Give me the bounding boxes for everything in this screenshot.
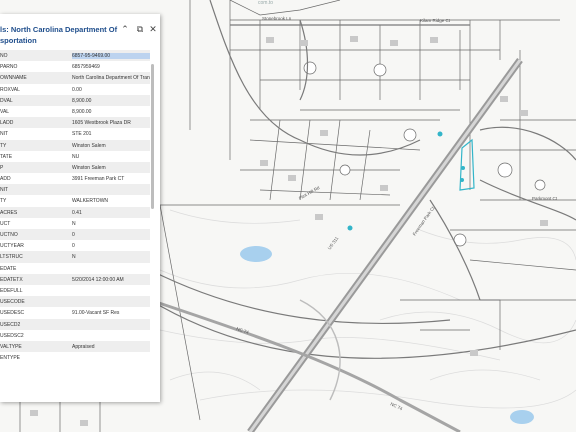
attribute-row: VALTYPE Appraised: [0, 340, 150, 353]
attribute-row: EDEFULL: [0, 285, 150, 296]
attribute-row: TY WALKERTOWN: [0, 195, 150, 206]
attribute-value: 6857959469: [72, 64, 100, 71]
attribute-value: STE 201: [72, 131, 92, 138]
attribute-value: NU: [72, 153, 80, 160]
attribute-key: EDATE: [0, 265, 17, 272]
attribute-row: UCT N: [0, 218, 150, 229]
attribute-key: EDEFULL: [0, 287, 23, 294]
dock-popup-button[interactable]: ⧉: [134, 23, 146, 35]
attribute-key: ACRES: [0, 209, 18, 216]
attribute-row: EDATE: [0, 263, 150, 274]
attribute-row: USEDSC2: [0, 330, 150, 341]
attribute-value: 0.00: [72, 86, 82, 93]
attribute-key: PARNO: [0, 64, 18, 71]
attribute-row: UCTYEAR 0: [0, 240, 150, 251]
attribute-row: UCTNO 0: [0, 229, 150, 241]
attribute-key: LADD: [0, 120, 14, 127]
attribute-value: 1605 Westbrook Plaza DR: [72, 120, 131, 127]
attribute-row: EDATETX 5/20/2014 12:00:00 AM: [0, 273, 150, 285]
attribute-key: TY: [0, 142, 7, 149]
attribute-value: Winston Salem: [72, 142, 106, 149]
attribute-row: ACRES 0.41: [0, 206, 150, 218]
attribute-key: EDATETX: [0, 276, 23, 283]
attribute-value: 0.41: [72, 209, 82, 216]
attribute-key: VALTYPE: [0, 343, 22, 350]
attribute-row: LTSTRUC N: [0, 251, 150, 263]
attribute-value: North Carolina Department Of Transportat…: [72, 75, 150, 82]
attribute-row: NIT: [0, 184, 150, 196]
attribute-table: NO 6857-95-9469.00 PARNO 6857959469 OWNNAME N…: [0, 50, 150, 363]
attribute-row: USECD2: [0, 318, 150, 330]
map-attribution: com.to: [258, 0, 274, 6]
attribute-value: N: [72, 254, 76, 261]
popup-title: ls: North Carolina Department Of sportat…: [0, 25, 118, 45]
attribute-row: LADD 1605 Westbrook Plaza DR: [0, 117, 150, 129]
attribute-row: NIT STE 201: [0, 128, 150, 139]
label-parkmont: Parkmont Ct: [532, 196, 558, 201]
attribute-row: TATE NU: [0, 151, 150, 162]
attribute-value: 8,900.00: [72, 97, 92, 104]
attribute-row: P Winston Salem: [0, 161, 150, 174]
attribute-key: USEDESC: [0, 310, 25, 317]
attribute-value: 8,900.00: [72, 108, 92, 115]
attribute-row: DVAL 8,900.00: [0, 94, 150, 106]
attribute-key: USECD2: [0, 321, 21, 328]
attribute-key: NIT: [0, 131, 9, 138]
attribute-value: 5/20/2014 12:00:00 AM: [72, 276, 124, 283]
attribute-row: VAL 8,900.00: [0, 106, 150, 117]
attribute-value: 91.00-Vacant SF Res: [72, 310, 120, 317]
collapse-popup-button[interactable]: ⌃: [119, 23, 131, 35]
attribute-key: DVAL: [0, 97, 13, 104]
attribute-key: P: [0, 164, 4, 171]
label-stonebrook: Stonebrook Ln: [262, 16, 292, 21]
attribute-key: UCTYEAR: [0, 243, 24, 250]
attribute-key: TATE: [0, 153, 13, 160]
close-popup-button[interactable]: ✕: [147, 23, 159, 35]
popup-header: ls: North Carolina Department Of sportat…: [0, 14, 160, 48]
attribute-value: 6857-95-9469.00: [72, 53, 150, 59]
attribute-key: NIT: [0, 187, 9, 194]
attribute-key: NO: [0, 53, 8, 59]
attribute-key: ROXVAL: [0, 86, 20, 93]
attribute-row: ADD 3991 Freeman Park CT: [0, 173, 150, 184]
attribute-row: OWNNAME North Carolina Department Of Tran…: [0, 72, 150, 84]
feature-popup[interactable]: ls: North Carolina Department Of sportat…: [0, 14, 160, 402]
attribute-value: 3991 Freeman Park CT: [72, 176, 125, 183]
attribute-row: TY Winston Salem: [0, 139, 150, 151]
attribute-value: 0: [72, 232, 75, 238]
label-kilam-ridge: Kilam Ridge Ct: [420, 18, 451, 23]
attribute-row: USECODE: [0, 296, 150, 308]
attribute-key: UCTNO: [0, 232, 18, 238]
attribute-key: LTSTRUC: [0, 254, 23, 261]
attribute-value: WALKERTOWN: [72, 198, 109, 205]
attribute-key: ENTYPE: [0, 355, 21, 362]
attribute-key: VAL: [0, 108, 10, 115]
attribute-row: ROXVAL 0.00: [0, 84, 150, 95]
attribute-key: USECODE: [0, 299, 25, 306]
attribute-row: PARNO 6857959469: [0, 61, 150, 72]
attribute-value: Winston Salem: [72, 164, 106, 171]
popup-scroll-thumb[interactable]: [151, 64, 154, 209]
attribute-value: Appraised: [72, 343, 95, 350]
attribute-row: NO 6857-95-9469.00: [0, 50, 150, 62]
attribute-key: UCT: [0, 220, 11, 227]
attribute-key: OWNNAME: [0, 75, 27, 82]
attribute-key: USEDSC2: [0, 332, 24, 339]
attribute-value: N: [72, 220, 76, 227]
attribute-key: ADD: [0, 176, 11, 183]
attribute-value: 0: [72, 243, 75, 250]
attribute-row: USEDESC 91.00-Vacant SF Res: [0, 307, 150, 318]
attribute-row: ENTYPE: [0, 352, 150, 363]
attribute-key: TY: [0, 198, 7, 205]
